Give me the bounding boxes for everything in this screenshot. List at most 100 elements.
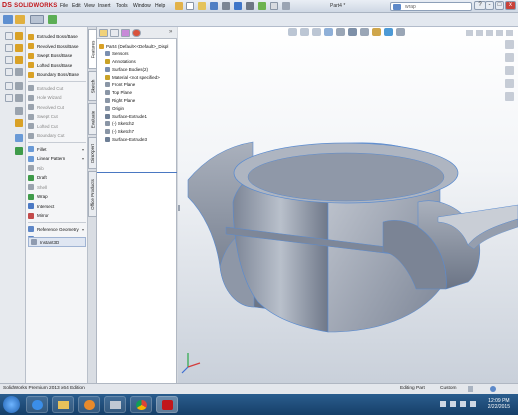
viewport-icon-3[interactable] [486,30,493,36]
strip-icon-13[interactable] [15,107,23,115]
cmd-cut-5[interactable]: Boundary Cut [28,131,88,140]
viewport-icon-1[interactable] [466,30,473,36]
tree-node[interactable]: Annotations [99,59,177,65]
tree-node[interactable]: (-) Sketch2 [99,121,177,127]
taskbar-solidworks[interactable] [156,396,178,413]
taskbar-media-player[interactable] [78,396,100,413]
viewport-icon-4[interactable] [496,30,503,36]
section-view-icon[interactable] [324,28,333,36]
panel-expand-icon[interactable]: » [169,29,172,35]
sketch-tab-icon[interactable] [3,15,13,24]
tab-sketch[interactable]: Sketch [88,71,97,101]
tray-flag-icon[interactable] [450,401,456,407]
menu-help[interactable]: Help [155,3,165,9]
new-document-icon[interactable] [186,2,194,10]
cmd-cut-2[interactable]: Revolved Cut [28,103,88,112]
strip-icon-1[interactable] [5,32,13,40]
cmd-boss-3[interactable]: Lofted Boss/Base [28,61,88,70]
strip-icon-8[interactable] [15,68,23,76]
toolbar-dropdown-icon[interactable] [30,15,44,24]
model-viewport[interactable] [178,27,518,383]
tree-node[interactable]: Top Plane [99,90,177,96]
open-icon[interactable] [198,2,206,10]
strip-icon-12[interactable] [15,94,23,102]
menu-tools[interactable]: Tools [116,3,128,9]
tree-node[interactable]: Front Plane [99,82,177,88]
cmd-cut-4[interactable]: Lofted Cut [28,122,88,131]
search-input[interactable]: wrap [405,4,416,10]
cmd-cut-0[interactable]: Extruded Cut [28,84,88,93]
view-orientation-icon[interactable] [336,28,345,36]
tray-arrow-icon[interactable] [440,401,446,407]
task-pane-appearance-icon[interactable] [505,79,514,88]
units-selector[interactable]: Custom [440,386,457,391]
cmd-cut-3[interactable]: Swept Cut [28,112,88,121]
rollback-bar[interactable] [97,172,177,173]
cmd-feature-4[interactable]: Shell [28,183,88,192]
cmd-more-0[interactable]: Reference Geometry ▾ [28,225,88,234]
panel-splitter-handle[interactable] [178,205,180,211]
strip-icon-14[interactable] [15,119,23,127]
strip-icon-2[interactable] [15,32,23,40]
cmd-feature-1[interactable]: Linear Pattern ▾ [28,154,88,163]
options-icon[interactable] [282,2,290,10]
print-icon[interactable] [222,2,230,10]
apply-scene-icon[interactable] [384,28,393,36]
menu-view[interactable]: View [84,3,95,9]
tray-network-icon[interactable] [460,401,466,407]
task-pane-explorer-icon[interactable] [505,66,514,75]
task-pane-properties-icon[interactable] [505,92,514,101]
strip-icon-16[interactable] [15,147,23,155]
view-settings-icon[interactable] [396,28,405,36]
viewport-icon-2[interactable] [476,30,483,36]
top-inner-rim[interactable] [247,152,445,202]
hide-show-items-icon[interactable] [360,28,369,36]
rebuild-icon[interactable] [258,2,266,10]
zoom-to-area-icon[interactable] [300,28,309,36]
display-style-icon[interactable] [348,28,357,36]
maximize-button[interactable]: □ [495,1,504,10]
viewport-icon-5[interactable] [506,30,513,36]
strip-icon-10[interactable] [15,82,23,90]
zoom-to-fit-icon[interactable] [288,28,297,36]
help-status-icon[interactable] [490,386,496,392]
minimize-button[interactable]: - [485,1,494,10]
tab-evaluate[interactable]: Evaluate [88,103,97,135]
strip-icon-7[interactable] [5,68,13,76]
cmd-cut-1[interactable]: Hole Wizard [28,93,88,102]
strip-icon-4[interactable] [15,44,23,52]
strip-icon-3[interactable] [5,44,13,52]
tray-volume-icon[interactable] [470,401,476,407]
cmd-boss-4[interactable]: Boundary Boss/Base [28,70,88,79]
strip-icon-6[interactable] [15,56,23,64]
strip-icon-9[interactable] [5,82,13,90]
features-tab-icon[interactable] [15,15,25,24]
taskbar-internet-explorer[interactable] [26,396,48,413]
tree-node[interactable]: Surface Bodies(2) [99,66,177,72]
tree-node[interactable]: Origin [99,105,177,111]
cmd-boss-0[interactable]: Extruded Boss/Base [28,32,88,41]
tree-node[interactable]: Material <not specified> [99,74,177,80]
cmd-feature-3[interactable]: Draft [28,173,88,182]
start-button[interactable] [3,396,20,413]
cmd-feature-6[interactable]: Intersect [28,202,88,211]
cmd-feature-0[interactable]: Fillet ▾ [28,145,88,154]
cmd-boss-2[interactable]: Swept Boss/Base [28,51,88,60]
property-tab-icon[interactable] [110,29,119,37]
taskbar-chrome[interactable] [130,396,152,413]
tree-node[interactable]: Right Plane [99,98,177,104]
menu-file[interactable]: File [60,3,68,9]
graphics-area[interactable] [178,27,518,383]
units-dropdown-icon[interactable] [468,386,473,392]
taskbar-app-4[interactable] [104,396,126,413]
system-clock[interactable]: 12:09 PM 2/22/2015 [488,398,510,410]
cmd-feature-2[interactable]: Rib [28,164,88,173]
cmd-boss-1[interactable]: Revolved Boss/Base [28,42,88,51]
strip-icon-11[interactable] [5,94,13,102]
configuration-tab-icon[interactable] [121,29,130,37]
pin-icon[interactable] [175,2,183,10]
cmd-feature-5[interactable]: Wrap [28,192,88,201]
display-manager-tab-icon[interactable] [132,29,141,37]
task-pane-home-icon[interactable] [505,40,514,49]
select-icon[interactable] [246,2,254,10]
